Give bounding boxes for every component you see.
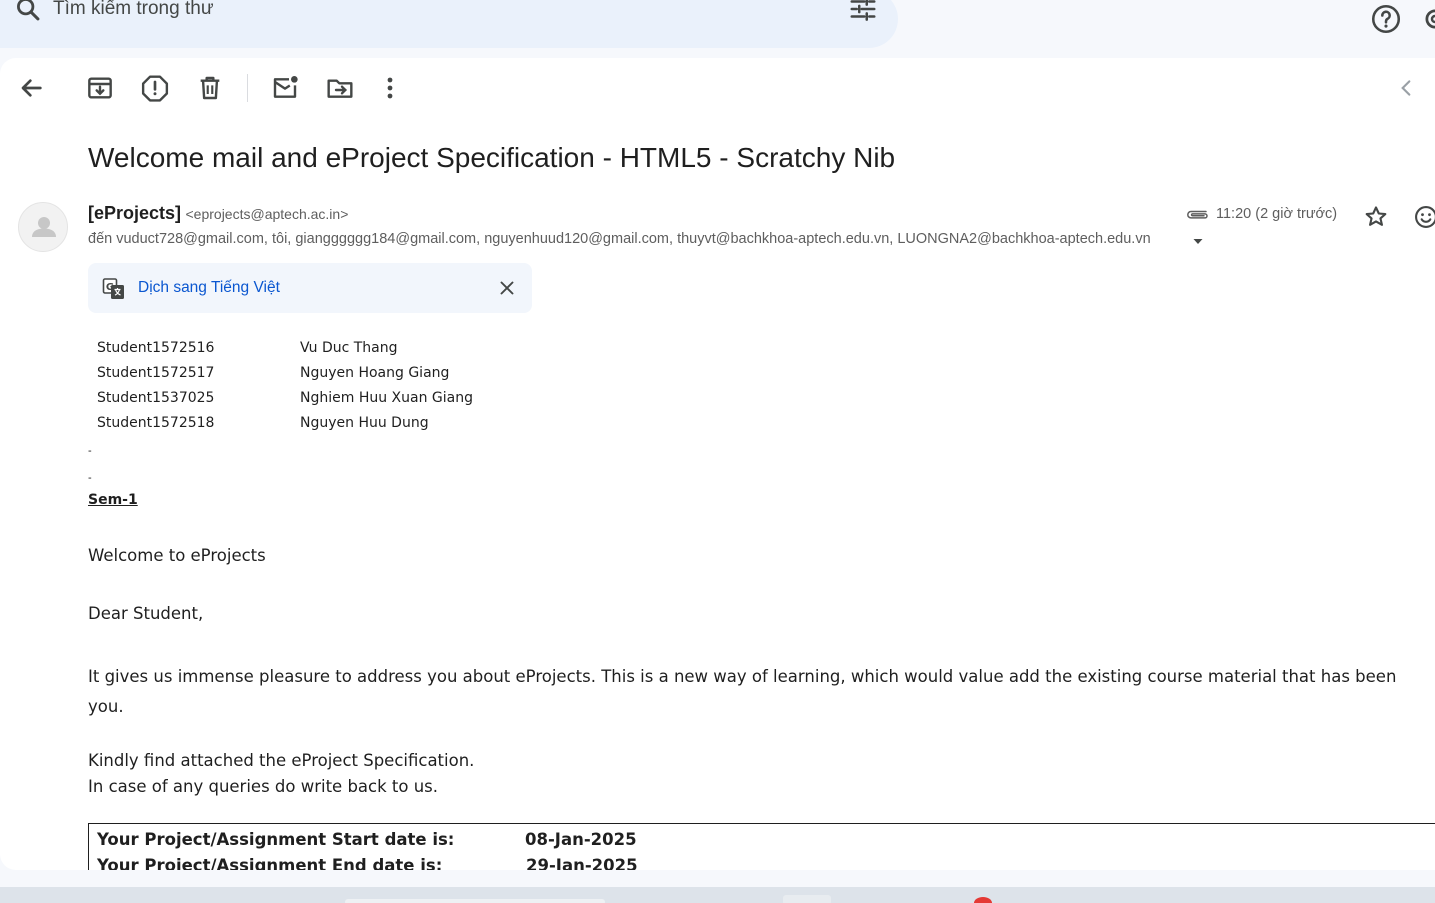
star-icon[interactable] (1362, 203, 1390, 231)
welcome-text: Welcome to eProjects (88, 546, 266, 565)
search-input[interactable] (53, 0, 813, 22)
student-id: Student1572517 (97, 364, 215, 381)
table-row: Student1572518 Nguyen Huu Dung (97, 410, 473, 435)
translate-icon: G (102, 278, 124, 299)
search-icon[interactable] (14, 0, 42, 23)
move-to-icon[interactable] (324, 72, 356, 104)
student-id: Student1537025 (97, 389, 215, 406)
search-bar (0, 0, 898, 48)
body-dash: - (88, 445, 92, 457)
table-row: Student1572517 Nguyen Hoang Giang (97, 360, 473, 385)
end-date-value: 29-Jan-2025 (526, 856, 638, 870)
student-name: Nguyen Huu Dung (300, 414, 429, 431)
timestamp: 11:20 (2 giờ trước) (1216, 206, 1338, 222)
taskbar-app-badge[interactable] (974, 897, 992, 903)
end-date-label: Your Project/Assignment End date is: (97, 856, 443, 870)
intro-line: you. (88, 697, 124, 716)
table-row: Student1537025 Nghiem Huu Xuan Giang (97, 385, 473, 410)
message-view: Welcome mail and eProject Specification … (0, 58, 1435, 870)
table-row: Student1572516 Vu Duc Thang (97, 335, 473, 360)
chevron-left-icon[interactable] (1390, 72, 1422, 104)
start-date-value: 08-Jan-2025 (525, 830, 637, 849)
greeting-text: Dear Student, (88, 604, 204, 623)
email-subject: Welcome mail and eProject Specification … (88, 142, 896, 173)
start-date-row: Your Project/Assignment Start date is: 0… (97, 830, 637, 849)
more-vert-icon[interactable] (374, 72, 406, 104)
sender-avatar[interactable] (18, 202, 68, 252)
mark-unread-icon[interactable] (269, 72, 301, 104)
trash-icon[interactable] (194, 72, 226, 104)
recipients-list: đến vuduct728@gmail.com, tôi, giangggggg… (88, 231, 1151, 247)
sender-line: [eProjects] <eprojects@aptech.ac.in> (88, 203, 348, 224)
add-reaction-icon[interactable] (1412, 203, 1435, 231)
project-dates-box: Your Project/Assignment Start date is: 0… (88, 823, 1435, 870)
body-dash: - (88, 472, 92, 484)
attachment-icon (1187, 210, 1208, 219)
student-name: Nguyen Hoang Giang (300, 364, 450, 381)
tune-icon[interactable] (848, 0, 878, 24)
taskbar-app[interactable] (783, 895, 831, 903)
gear-icon[interactable] (1420, 4, 1435, 34)
translate-bar: G Dịch sang Tiếng Việt (88, 263, 532, 313)
sender-email: <eprojects@aptech.ac.in> (185, 206, 349, 222)
archive-icon[interactable] (84, 72, 116, 104)
end-date-row: Your Project/Assignment End date is: 29-… (97, 856, 638, 870)
arrow-back-icon[interactable] (15, 72, 47, 104)
attachment-note: Kindly find attached the eProject Specif… (88, 751, 475, 770)
os-taskbar (0, 887, 1435, 903)
student-id: Student1572516 (97, 339, 215, 356)
taskbar-search[interactable] (345, 899, 605, 903)
help-icon[interactable] (1369, 2, 1403, 36)
report-spam-icon[interactable] (139, 72, 171, 104)
student-name: Vu Duc Thang (300, 339, 398, 356)
student-name: Nghiem Huu Xuan Giang (300, 389, 473, 406)
chevron-down-icon[interactable] (1191, 234, 1205, 248)
student-table: Student1572516 Vu Duc Thang Student15725… (97, 335, 473, 435)
semester-label: Sem-1 (88, 492, 138, 508)
queries-note: In case of any queries do write back to … (88, 777, 439, 796)
close-icon[interactable] (497, 278, 517, 298)
person-icon (32, 217, 56, 237)
translate-link[interactable]: Dịch sang Tiếng Việt (138, 279, 280, 297)
student-id: Student1572518 (97, 414, 215, 431)
start-date-label: Your Project/Assignment Start date is: (97, 830, 455, 849)
intro-line: It gives us immense pleasure to address … (88, 667, 1397, 686)
sender-name[interactable]: [eProjects] (88, 203, 181, 223)
toolbar-divider (247, 74, 248, 102)
intro-paragraph: It gives us immense pleasure to address … (88, 662, 1396, 722)
